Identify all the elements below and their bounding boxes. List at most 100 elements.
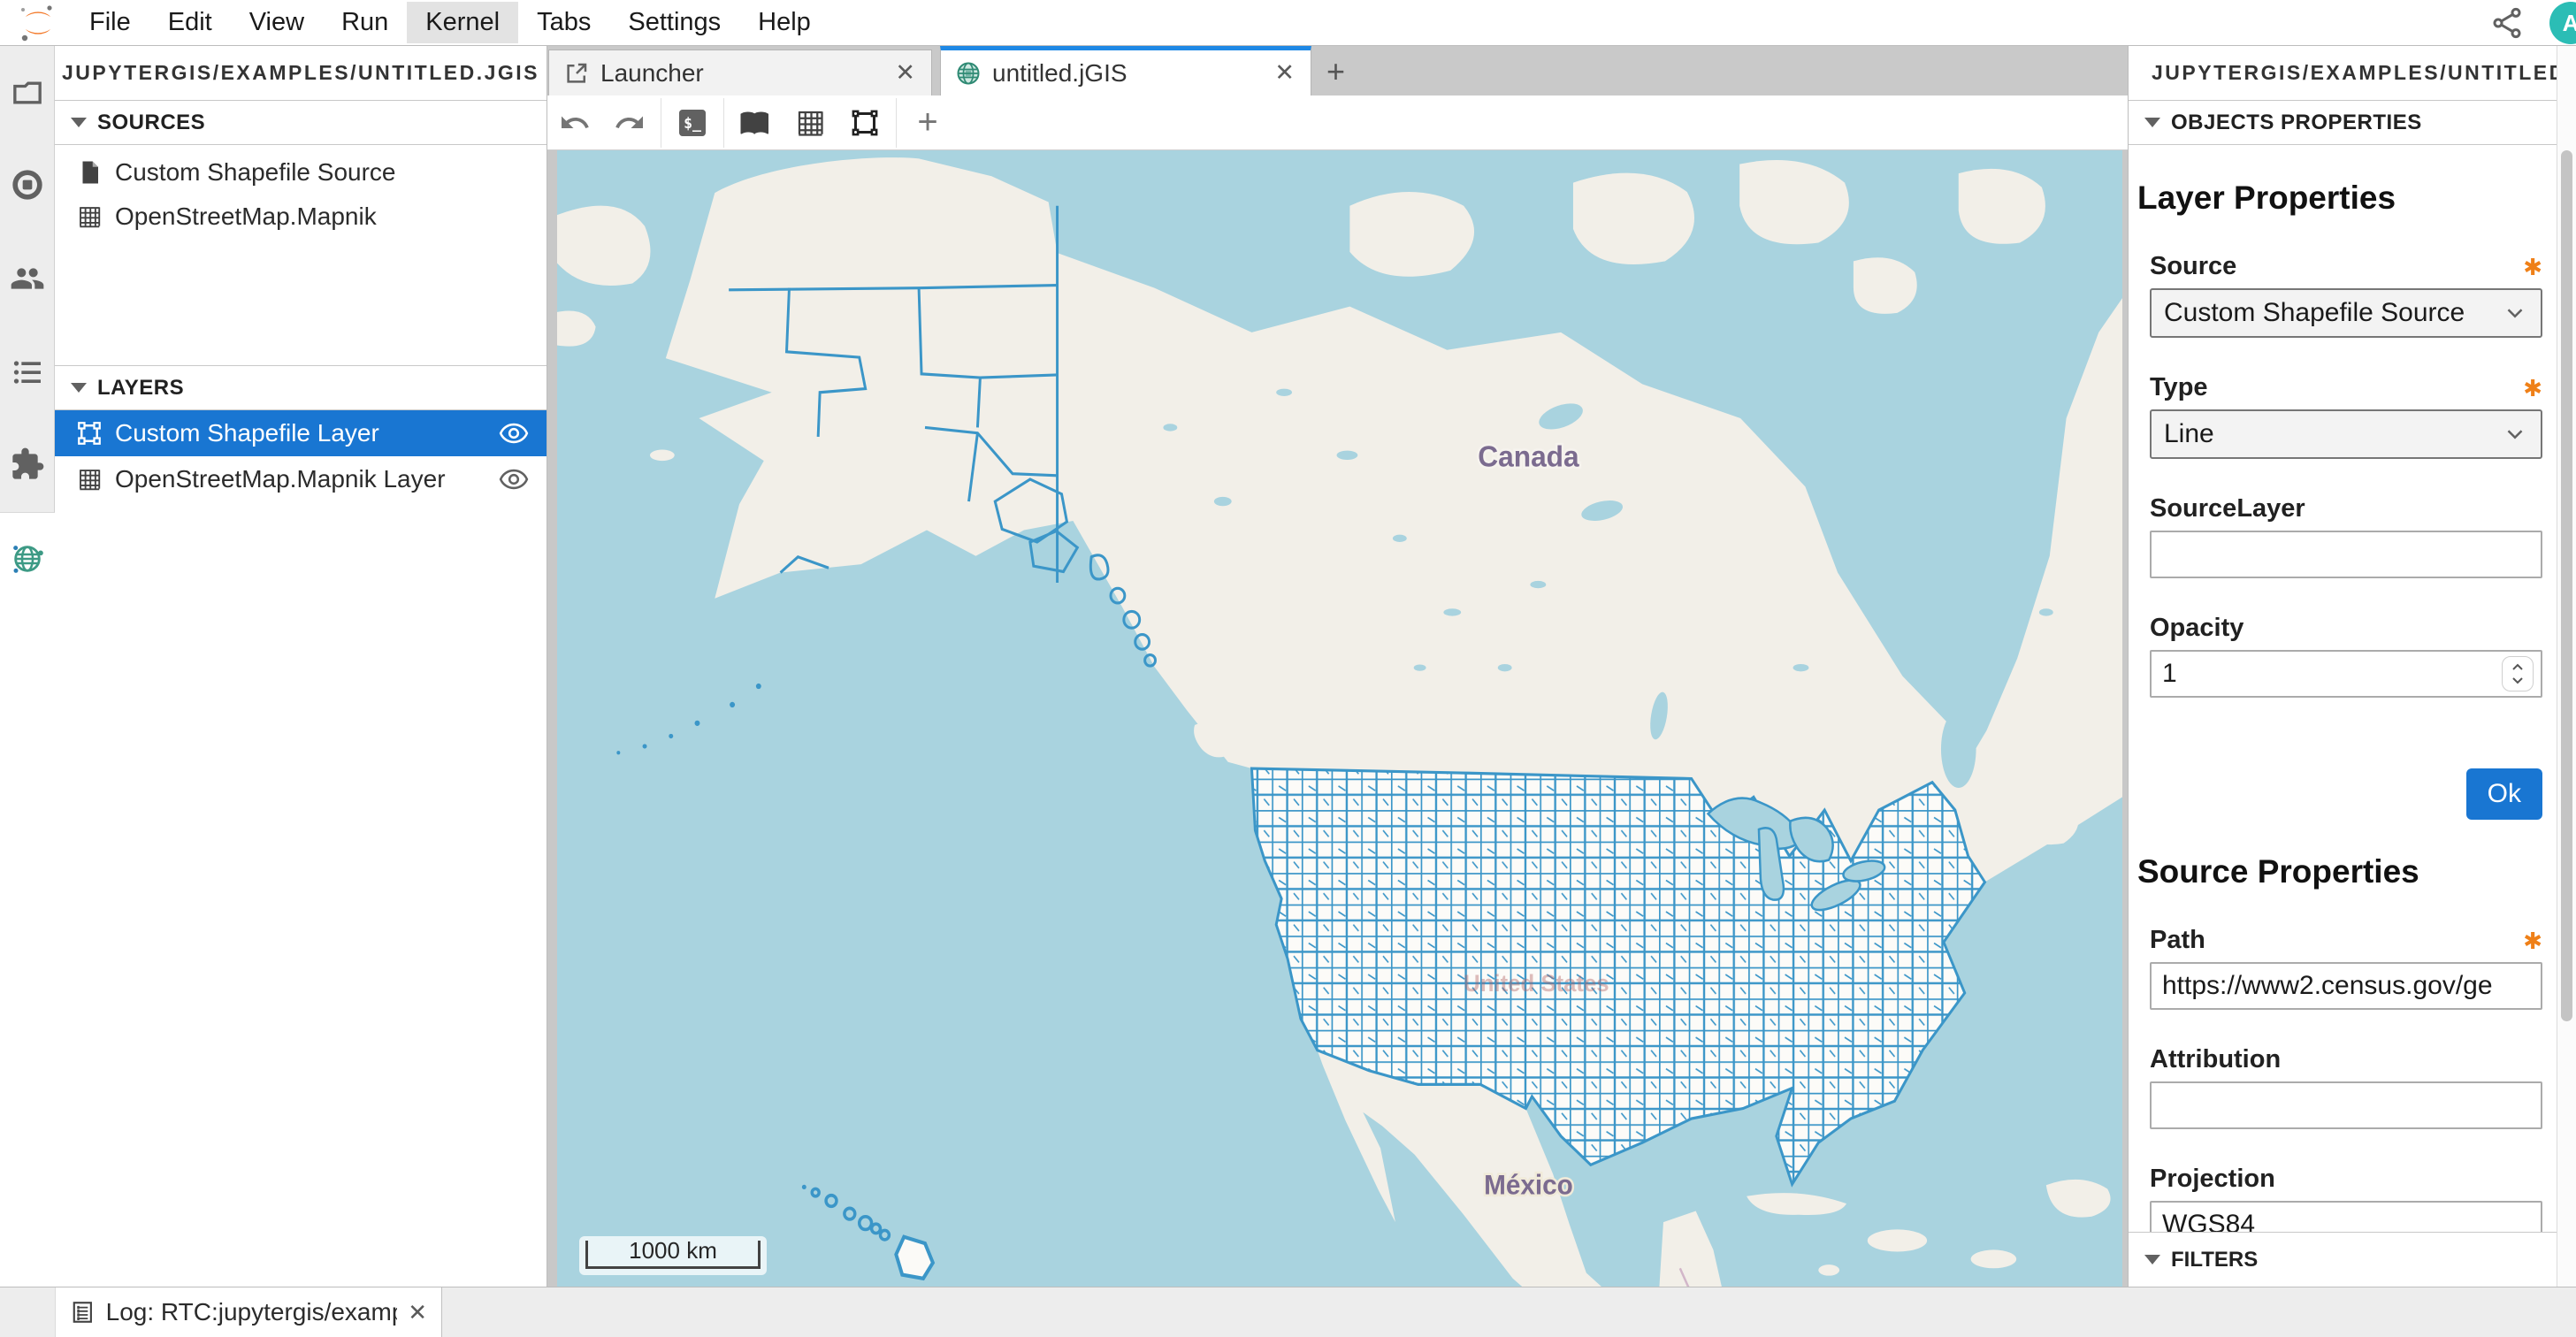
redo-button[interactable] [602,98,657,148]
type-select-value: Line [2164,419,2502,449]
type-select[interactable]: Line [2150,409,2542,459]
properties-panel: JUPYTERGIS/EXAMPLES/UNTITLED.JG OBJECTS … [2128,46,2557,1287]
menu-view[interactable]: View [231,2,323,43]
map-label-canada: Canada [1478,440,1579,473]
source-item-osm-mapnik[interactable]: OpenStreetMap.Mapnik [55,195,547,239]
terminal-icon: $_ [676,107,708,139]
layers-section-title: LAYERS [97,376,184,401]
tab-launcher[interactable]: Launcher ✕ [548,50,932,96]
map-label-mexico: México [1484,1170,1573,1201]
console-button[interactable]: $_ [665,98,720,148]
filters-section-header[interactable]: FILTERS [2129,1232,2557,1287]
chevron-down-icon [2502,421,2528,447]
layer-item-osm-mapnik[interactable]: OpenStreetMap.Mapnik Layer [55,456,547,502]
tab-close-icon[interactable]: ✕ [1274,59,1295,87]
source-select[interactable]: Custom Shapefile Source [2150,288,2542,338]
scale-bar-label: 1000 km [629,1237,717,1264]
jupytergis-globe-icon[interactable] [10,541,45,577]
tab-untitled-jgis[interactable]: untitled.jGIS ✕ [940,46,1311,96]
right-panel-header: JUPYTERGIS/EXAMPLES/UNTITLED.JG [2129,46,2557,101]
toolbar-separator [723,98,724,148]
vector-square-icon [849,107,881,139]
vector-square-icon [76,420,103,447]
new-vector-layer-button[interactable] [837,98,892,148]
launcher-icon [563,60,590,87]
stepper-down-icon[interactable] [2510,674,2526,686]
raster-grid-icon [76,466,103,493]
sourcelayer-input[interactable] [2150,531,2542,578]
layer-item-label: Custom Shapefile Layer [115,419,486,447]
book-map-icon [739,107,771,139]
stepper-up-icon[interactable] [2510,661,2526,674]
extension-manager-icon[interactable] [10,447,45,482]
source-properties-title: Source Properties [2137,853,2557,890]
caret-down-icon [2144,1255,2160,1264]
source-select-value: Custom Shapefile Source [2164,298,2502,328]
visibility-eye-icon[interactable] [499,468,529,491]
collaboration-icon[interactable] [10,261,45,296]
log-tab-close-icon[interactable]: ✕ [408,1299,427,1326]
source-item-custom-shapefile[interactable]: Custom Shapefile Source [55,150,547,195]
table-of-contents-icon[interactable] [10,355,45,390]
menu-kernel[interactable]: Kernel [407,2,518,43]
scrollbar-thumb[interactable] [2561,150,2572,1021]
menu-tabs[interactable]: Tabs [518,2,609,43]
source-item-label: Custom Shapefile Source [115,158,529,187]
menu-edit[interactable]: Edit [149,2,231,43]
objects-properties-section-header[interactable]: OBJECTS PROPERTIES [2129,101,2557,145]
menu-file[interactable]: File [71,2,149,43]
opacity-field-label: Opacity [2150,614,2243,643]
required-asterisk-icon: ✱ [2523,928,2542,955]
ok-button[interactable]: Ok [2466,768,2542,820]
activity-bar [0,46,55,1287]
layer-item-custom-shapefile[interactable]: Custom Shapefile Layer [55,410,547,456]
attribution-input[interactable] [2150,1081,2542,1129]
running-kernels-icon[interactable] [10,167,45,202]
projection-input[interactable] [2150,1201,2542,1232]
sources-section-title: SOURCES [97,111,205,135]
svg-text:$_: $_ [684,115,701,132]
file-icon [76,159,103,186]
new-raster-layer-button[interactable] [783,98,837,148]
status-bar: Log: RTC:jupytergis/exampl ✕ [0,1287,2576,1337]
layers-section-header[interactable]: LAYERS [55,366,547,410]
opacity-input[interactable] [2150,650,2542,698]
source-field-label: Source [2150,252,2236,281]
share-icon[interactable] [2489,5,2525,41]
required-asterisk-icon: ✱ [2523,254,2542,281]
user-avatar[interactable]: A [2549,2,2576,44]
jupyter-logo-icon [18,4,58,42]
new-tab-button[interactable]: + [1319,53,1359,96]
opacity-stepper[interactable] [2502,656,2534,691]
menu-settings[interactable]: Settings [609,2,739,43]
toolbar-separator [896,98,897,148]
menu-help[interactable]: Help [739,2,829,43]
tab-close-icon[interactable]: ✕ [895,59,915,87]
tab-label: untitled.jGIS [992,59,1264,88]
new-map-button[interactable] [728,98,783,148]
undo-button[interactable] [547,98,602,148]
sources-list: Custom Shapefile Source OpenStreetMap.Ma… [55,145,547,366]
file-browser-icon[interactable] [10,75,45,111]
path-input[interactable] [2150,962,2542,1010]
projection-field-label: Projection [2150,1165,2275,1194]
log-console-tab[interactable]: Log: RTC:jupytergis/exampl ✕ [55,1287,442,1337]
log-icon [70,1299,96,1326]
layers-list: Custom Shapefile Layer OpenStreetMap.Map… [55,410,547,502]
menu-run[interactable]: Run [323,2,407,43]
map-canvas[interactable]: Canada United States México 1000 km [557,150,2122,1324]
tab-label: Launcher [600,59,884,88]
path-field-label: Path [2150,926,2205,955]
log-tab-label: Log: RTC:jupytergis/exampl [106,1298,398,1326]
file-context-panel: JUPYTERGIS/EXAMPLES/UNTITLED.JGIS SOURCE… [55,46,547,1287]
panel-scrollbar[interactable] [2557,46,2576,1287]
sourcelayer-field-label: SourceLayer [2150,494,2305,523]
add-toolbar-item-button[interactable]: + [900,98,955,148]
visibility-eye-icon[interactable] [499,422,529,445]
left-panel-header: JUPYTERGIS/EXAMPLES/UNTITLED.JGIS [55,46,547,101]
caret-down-icon [71,118,87,127]
jgis-toolbar: $_ + [547,96,2128,150]
caret-down-icon [71,383,87,393]
sources-section-header[interactable]: SOURCES [55,101,547,145]
source-item-label: OpenStreetMap.Mapnik [115,202,529,231]
